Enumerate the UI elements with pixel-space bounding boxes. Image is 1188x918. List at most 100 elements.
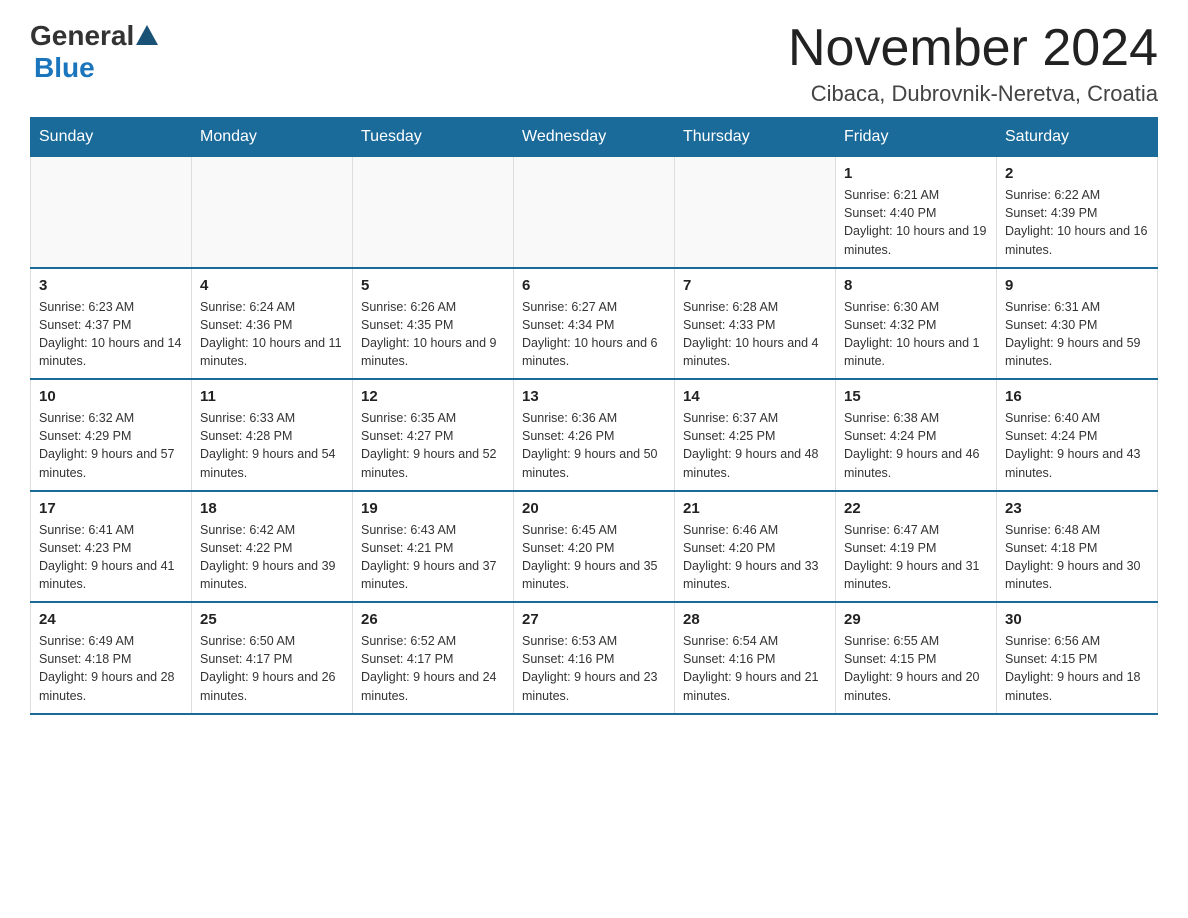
- day-info: Sunrise: 6:49 AMSunset: 4:18 PMDaylight:…: [39, 632, 183, 705]
- logo-blue-text: Blue: [34, 52, 95, 84]
- day-info: Sunrise: 6:47 AMSunset: 4:19 PMDaylight:…: [844, 521, 988, 594]
- cell-week2-day5: 7 Sunrise: 6:28 AMSunset: 4:33 PMDaylight…: [675, 268, 836, 380]
- day-number: 16: [1005, 388, 1149, 405]
- logo-triangle-icon: [136, 25, 158, 45]
- week-row-3: 10 Sunrise: 6:32 AMSunset: 4:29 PMDayligh…: [31, 379, 1158, 491]
- day-number: 10: [39, 388, 183, 405]
- calendar-header: SundayMondayTuesdayWednesdayThursdayFrid…: [31, 118, 1158, 157]
- day-number: 15: [844, 388, 988, 405]
- day-info: Sunrise: 6:22 AMSunset: 4:39 PMDaylight:…: [1005, 186, 1149, 259]
- logo: General Blue: [30, 20, 158, 84]
- day-info: Sunrise: 6:52 AMSunset: 4:17 PMDaylight:…: [361, 632, 505, 705]
- cell-week5-day1: 24 Sunrise: 6:49 AMSunset: 4:18 PMDayligh…: [31, 602, 192, 714]
- day-number: 14: [683, 388, 827, 405]
- week-row-4: 17 Sunrise: 6:41 AMSunset: 4:23 PMDayligh…: [31, 491, 1158, 603]
- header-wednesday: Wednesday: [514, 118, 675, 157]
- cell-week2-day7: 9 Sunrise: 6:31 AMSunset: 4:30 PMDaylight…: [997, 268, 1158, 380]
- day-number: 11: [200, 388, 344, 405]
- cell-week1-day6: 1Sunrise: 6:21 AMSunset: 4:40 PMDaylight…: [836, 157, 997, 268]
- cell-week1-day4: [514, 157, 675, 268]
- logo-general-text: General: [30, 20, 134, 52]
- page-header: General Blue November 2024 Cibaca, Dubro…: [30, 20, 1158, 107]
- cell-week3-day6: 15 Sunrise: 6:38 AMSunset: 4:24 PMDayligh…: [836, 379, 997, 491]
- week-row-2: 3Sunrise: 6:23 AMSunset: 4:37 PMDaylight…: [31, 268, 1158, 380]
- page-subtitle: Cibaca, Dubrovnik-Neretva, Croatia: [788, 81, 1158, 107]
- day-info: Sunrise: 6:31 AMSunset: 4:30 PMDaylight:…: [1005, 298, 1149, 371]
- calendar-body: 1Sunrise: 6:21 AMSunset: 4:40 PMDaylight…: [31, 157, 1158, 714]
- day-info: Sunrise: 6:26 AMSunset: 4:35 PMDaylight:…: [361, 298, 505, 371]
- day-number: 28: [683, 611, 827, 628]
- day-info: Sunrise: 6:55 AMSunset: 4:15 PMDaylight:…: [844, 632, 988, 705]
- day-number: 20: [522, 500, 666, 517]
- cell-week5-day6: 29 Sunrise: 6:55 AMSunset: 4:15 PMDayligh…: [836, 602, 997, 714]
- cell-week5-day4: 27 Sunrise: 6:53 AMSunset: 4:16 PMDayligh…: [514, 602, 675, 714]
- day-number: 26: [361, 611, 505, 628]
- cell-week4-day4: 20 Sunrise: 6:45 AMSunset: 4:20 PMDayligh…: [514, 491, 675, 603]
- day-info: Sunrise: 6:50 AMSunset: 4:17 PMDaylight:…: [200, 632, 344, 705]
- day-number: 19: [361, 500, 505, 517]
- day-number: 18: [200, 500, 344, 517]
- day-info: Sunrise: 6:36 AMSunset: 4:26 PMDaylight:…: [522, 409, 666, 482]
- cell-week4-day5: 21 Sunrise: 6:46 AMSunset: 4:20 PMDayligh…: [675, 491, 836, 603]
- day-number: 4: [200, 277, 344, 294]
- header-thursday: Thursday: [675, 118, 836, 157]
- day-number: 24: [39, 611, 183, 628]
- day-info: Sunrise: 6:23 AMSunset: 4:37 PMDaylight:…: [39, 298, 183, 371]
- cell-week4-day3: 19 Sunrise: 6:43 AMSunset: 4:21 PMDayligh…: [353, 491, 514, 603]
- cell-week4-day2: 18 Sunrise: 6:42 AMSunset: 4:22 PMDayligh…: [192, 491, 353, 603]
- day-info: Sunrise: 6:37 AMSunset: 4:25 PMDaylight:…: [683, 409, 827, 482]
- day-number: 29: [844, 611, 988, 628]
- cell-week1-day5: [675, 157, 836, 268]
- day-info: Sunrise: 6:43 AMSunset: 4:21 PMDaylight:…: [361, 521, 505, 594]
- week-row-5: 24 Sunrise: 6:49 AMSunset: 4:18 PMDayligh…: [31, 602, 1158, 714]
- title-block: November 2024 Cibaca, Dubrovnik-Neretva,…: [788, 20, 1158, 107]
- cell-week3-day4: 13 Sunrise: 6:36 AMSunset: 4:26 PMDayligh…: [514, 379, 675, 491]
- day-info: Sunrise: 6:32 AMSunset: 4:29 PMDaylight:…: [39, 409, 183, 482]
- cell-week5-day7: 30Sunrise: 6:56 AMSunset: 4:15 PMDayligh…: [997, 602, 1158, 714]
- day-number: 8: [844, 277, 988, 294]
- day-number: 9: [1005, 277, 1149, 294]
- day-info: Sunrise: 6:35 AMSunset: 4:27 PMDaylight:…: [361, 409, 505, 482]
- cell-week3-day5: 14 Sunrise: 6:37 AMSunset: 4:25 PMDayligh…: [675, 379, 836, 491]
- cell-week3-day2: 11Sunrise: 6:33 AMSunset: 4:28 PMDayligh…: [192, 379, 353, 491]
- day-number: 2: [1005, 165, 1149, 182]
- day-number: 12: [361, 388, 505, 405]
- week-row-1: 1Sunrise: 6:21 AMSunset: 4:40 PMDaylight…: [31, 157, 1158, 268]
- day-number: 13: [522, 388, 666, 405]
- day-info: Sunrise: 6:28 AMSunset: 4:33 PMDaylight:…: [683, 298, 827, 371]
- header-monday: Monday: [192, 118, 353, 157]
- day-number: 23: [1005, 500, 1149, 517]
- cell-week4-day7: 23Sunrise: 6:48 AMSunset: 4:18 PMDayligh…: [997, 491, 1158, 603]
- cell-week1-day3: [353, 157, 514, 268]
- day-info: Sunrise: 6:54 AMSunset: 4:16 PMDaylight:…: [683, 632, 827, 705]
- header-row: SundayMondayTuesdayWednesdayThursdayFrid…: [31, 118, 1158, 157]
- day-info: Sunrise: 6:27 AMSunset: 4:34 PMDaylight:…: [522, 298, 666, 371]
- cell-week2-day3: 5 Sunrise: 6:26 AMSunset: 4:35 PMDaylight…: [353, 268, 514, 380]
- day-info: Sunrise: 6:46 AMSunset: 4:20 PMDaylight:…: [683, 521, 827, 594]
- calendar-table: SundayMondayTuesdayWednesdayThursdayFrid…: [30, 117, 1158, 715]
- day-number: 7: [683, 277, 827, 294]
- day-info: Sunrise: 6:42 AMSunset: 4:22 PMDaylight:…: [200, 521, 344, 594]
- header-friday: Friday: [836, 118, 997, 157]
- cell-week5-day5: 28 Sunrise: 6:54 AMSunset: 4:16 PMDayligh…: [675, 602, 836, 714]
- cell-week4-day6: 22Sunrise: 6:47 AMSunset: 4:19 PMDayligh…: [836, 491, 997, 603]
- cell-week1-day2: [192, 157, 353, 268]
- day-info: Sunrise: 6:41 AMSunset: 4:23 PMDaylight:…: [39, 521, 183, 594]
- day-number: 5: [361, 277, 505, 294]
- day-number: 21: [683, 500, 827, 517]
- day-info: Sunrise: 6:38 AMSunset: 4:24 PMDaylight:…: [844, 409, 988, 482]
- cell-week1-day7: 2 Sunrise: 6:22 AMSunset: 4:39 PMDaylight…: [997, 157, 1158, 268]
- day-info: Sunrise: 6:24 AMSunset: 4:36 PMDaylight:…: [200, 298, 344, 371]
- cell-week3-day1: 10 Sunrise: 6:32 AMSunset: 4:29 PMDayligh…: [31, 379, 192, 491]
- cell-week2-day1: 3Sunrise: 6:23 AMSunset: 4:37 PMDaylight…: [31, 268, 192, 380]
- day-info: Sunrise: 6:45 AMSunset: 4:20 PMDaylight:…: [522, 521, 666, 594]
- day-number: 25: [200, 611, 344, 628]
- day-info: Sunrise: 6:53 AMSunset: 4:16 PMDaylight:…: [522, 632, 666, 705]
- day-number: 30: [1005, 611, 1149, 628]
- day-number: 17: [39, 500, 183, 517]
- day-number: 27: [522, 611, 666, 628]
- cell-week2-day6: 8Sunrise: 6:30 AMSunset: 4:32 PMDaylight…: [836, 268, 997, 380]
- day-number: 6: [522, 277, 666, 294]
- day-info: Sunrise: 6:21 AMSunset: 4:40 PMDaylight:…: [844, 186, 988, 259]
- cell-week2-day2: 4 Sunrise: 6:24 AMSunset: 4:36 PMDaylight…: [192, 268, 353, 380]
